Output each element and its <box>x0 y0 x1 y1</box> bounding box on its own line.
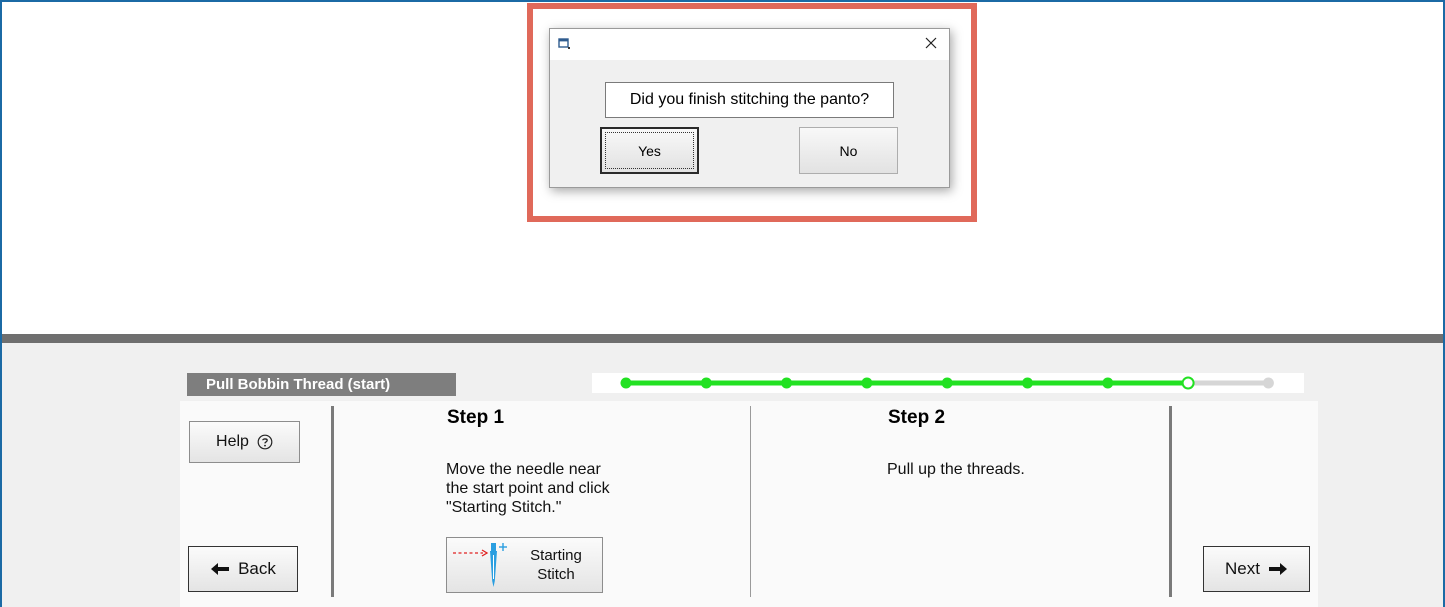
step1-title: Step 1 <box>447 407 505 428</box>
step2-title: Step 2 <box>888 407 946 428</box>
app-window-icon <box>558 38 570 49</box>
dialog-titlebar <box>550 29 949 60</box>
progress-point-done <box>861 377 873 389</box>
progress-point-current <box>1181 376 1195 390</box>
step2-text: Pull up the threads. <box>887 461 1025 478</box>
back-button[interactable]: Back <box>188 546 298 592</box>
progress-point-done <box>700 377 712 389</box>
progress-point-done <box>1102 377 1114 389</box>
next-button-label: Next <box>1225 559 1260 578</box>
arrow-left-icon <box>211 563 230 575</box>
help-button[interactable]: Help <box>189 421 300 463</box>
progress-point-done <box>620 377 632 389</box>
focus-rectangle <box>605 132 694 169</box>
no-button[interactable]: No <box>799 127 898 174</box>
close-icon[interactable] <box>923 35 939 51</box>
dialog-message: Did you finish stitching the panto? <box>605 82 894 118</box>
separator-right <box>1169 406 1172 597</box>
step-card <box>180 401 1318 607</box>
separator-middle <box>750 406 751 597</box>
progress-bar <box>620 376 1274 390</box>
no-button-label: No <box>839 142 858 159</box>
yes-button[interactable]: Yes <box>600 127 699 174</box>
progress-point-pending <box>1262 377 1274 389</box>
help-icon <box>257 434 273 450</box>
progress-point-done <box>781 377 793 389</box>
next-button[interactable]: Next <box>1203 546 1310 592</box>
separator-left <box>331 406 334 597</box>
panel-divider <box>2 334 1443 343</box>
help-button-label: Help <box>216 433 249 450</box>
arrow-right-icon <box>1268 563 1287 575</box>
back-button-label: Back <box>238 559 276 578</box>
confirm-dialog: Did you finish stitching the panto? Yes … <box>549 28 950 188</box>
stage-label: Pull Bobbin Thread (start) <box>187 373 456 396</box>
needle-icon <box>453 543 507 587</box>
step1-text: Move the needle near the start point and… <box>446 461 610 516</box>
starting-stitch-label: Starting Stitch <box>530 547 582 583</box>
progress-point-done <box>1022 377 1033 389</box>
starting-stitch-button[interactable]: Starting Stitch <box>446 537 603 593</box>
progress-point-done <box>941 377 953 389</box>
